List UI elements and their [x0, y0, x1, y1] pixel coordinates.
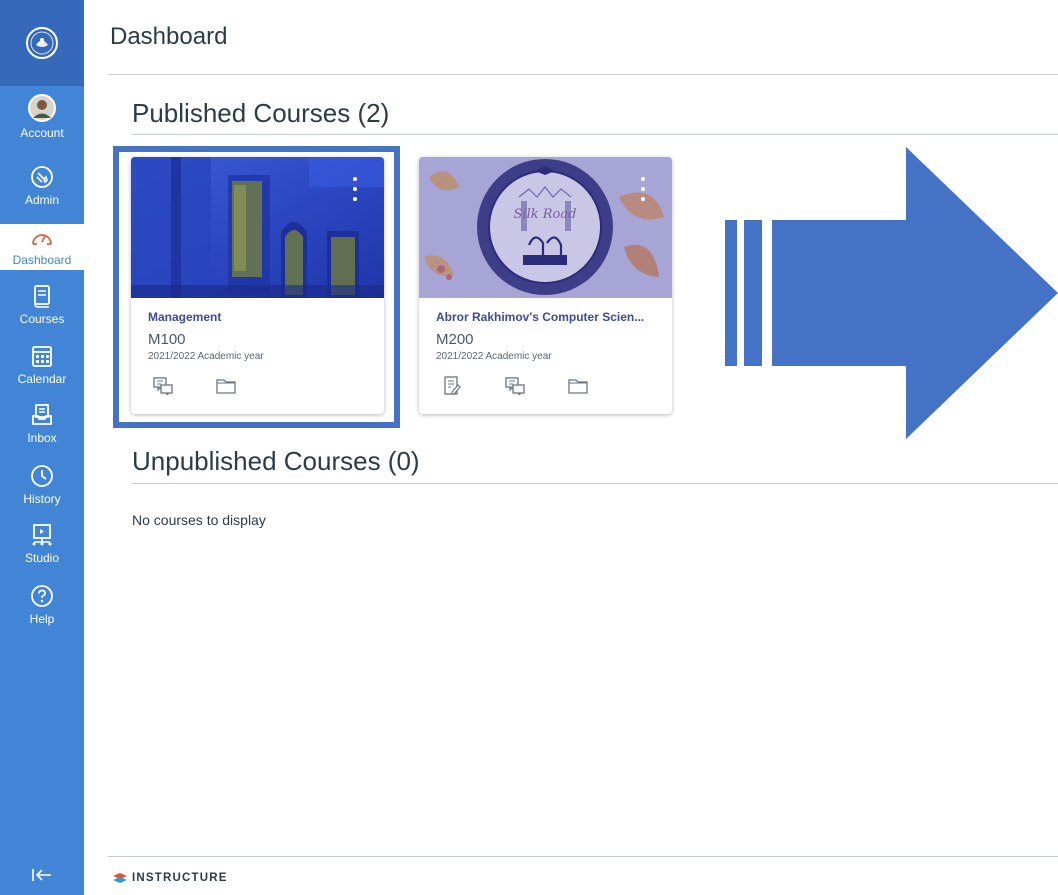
nav-item-inbox[interactable]: Inbox: [0, 403, 84, 445]
nav-item-label: Studio: [24, 551, 60, 565]
nav-item-studio[interactable]: Studio: [0, 523, 84, 565]
nav-item-history[interactable]: History: [0, 464, 84, 506]
nav-item-admin[interactable]: Admin: [0, 165, 84, 207]
nav-item-courses[interactable]: Courses: [0, 284, 84, 326]
nav-item-dashboard[interactable]: Dashboard: [0, 224, 84, 270]
course-code: M200: [436, 331, 474, 348]
course-card-computer-science[interactable]: Silk Road Abror Rakhimov's Computer Scie…: [419, 157, 672, 414]
nav-item-label: History: [23, 492, 61, 506]
inbox-icon: [31, 403, 53, 430]
avatar: [28, 94, 56, 125]
nav-item-label: Courses: [19, 312, 65, 326]
shield-icon: [30, 165, 54, 192]
nav-item-account[interactable]: Account: [0, 94, 84, 140]
nav-item-label: Help: [29, 612, 55, 626]
seal-lettering: Silk Road: [514, 207, 577, 222]
nav-item-help[interactable]: Help: [0, 584, 84, 626]
collapse-nav-button[interactable]: [0, 858, 84, 892]
footer-brand: INSTRUCTURE: [132, 872, 228, 884]
empty-state-message: No courses to display: [132, 512, 266, 528]
clock-icon: [30, 464, 54, 491]
institution-logo[interactable]: [0, 0, 84, 86]
course-card-hero-image[interactable]: Silk Road: [419, 157, 672, 298]
announcements-icon[interactable]: [504, 375, 526, 397]
question-icon: [30, 584, 54, 611]
header-divider: [108, 74, 1058, 75]
institution-seal-icon: [26, 27, 58, 59]
files-icon[interactable]: [567, 375, 589, 397]
global-nav: Account Admin Dashboard Courses Calendar…: [0, 0, 84, 895]
published-courses-heading[interactable]: Published Courses (2): [132, 98, 389, 129]
page-title: Dashboard: [110, 23, 228, 50]
nav-item-label: Inbox: [27, 431, 57, 445]
nav-item-label: Account: [20, 126, 64, 140]
assignments-icon[interactable]: [441, 375, 463, 397]
footer-divider: [108, 856, 1058, 857]
studio-icon: [30, 523, 54, 550]
book-icon: [31, 284, 53, 311]
instructure-mark-icon: [113, 873, 127, 883]
card-options-icon[interactable]: [635, 175, 651, 203]
section-divider: [132, 134, 1058, 135]
instructure-logo[interactable]: INSTRUCTURE: [113, 872, 228, 884]
nav-item-label: Admin: [24, 193, 59, 207]
unpublished-courses-heading[interactable]: Unpublished Courses (0): [132, 446, 420, 477]
speedometer-icon: [30, 227, 54, 252]
course-term: 2021/2022 Academic year: [436, 351, 552, 362]
course-name[interactable]: Abror Rakhimov's Computer Scien...: [436, 310, 644, 324]
calendar-icon: [31, 344, 53, 371]
nav-item-label: Calendar: [17, 372, 67, 386]
section-divider: [132, 483, 1058, 484]
nav-item-calendar[interactable]: Calendar: [0, 344, 84, 386]
collapse-arrow-icon: [32, 869, 51, 881]
nav-item-label: Dashboard: [12, 253, 72, 267]
highlight-box: [113, 146, 400, 428]
arrow-right-icon: [725, 147, 1058, 439]
